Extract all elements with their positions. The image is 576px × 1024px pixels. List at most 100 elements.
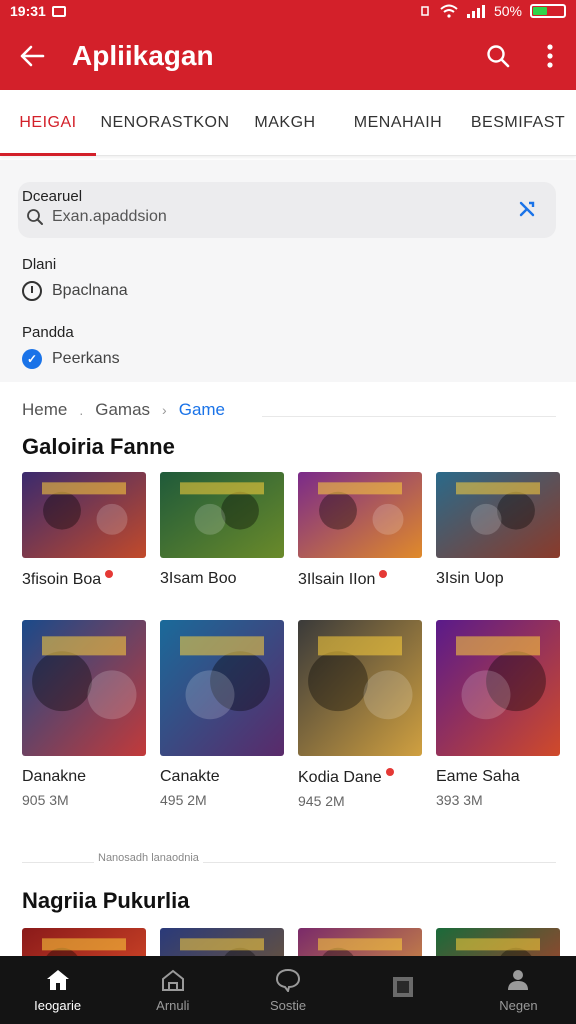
- game-size: 495 2M: [160, 792, 207, 808]
- game-thumbnail-icon: [160, 472, 284, 558]
- page-title: Apliikagan: [72, 40, 214, 71]
- vibrate-icon: [421, 6, 429, 16]
- store-icon: [161, 969, 184, 991]
- breadcrumb-home[interactable]: Heme: [22, 400, 67, 420]
- chevron-right-icon: ›: [162, 402, 167, 418]
- grid-icon: [393, 977, 414, 997]
- game-card[interactable]: 3Isin Uop: [436, 472, 560, 588]
- game-size: 393 3M: [436, 792, 483, 808]
- filter-group-pandda: Pandda ✓ Peerkans: [22, 324, 120, 369]
- filter-label: Pandda: [22, 324, 74, 341]
- filter-option[interactable]: ✓ Peerkans: [22, 349, 120, 369]
- search-small-icon: [27, 209, 43, 225]
- tab-makgh[interactable]: MAKGH: [234, 90, 336, 156]
- filter-label: Dlani: [22, 256, 57, 273]
- tab-heigai[interactable]: HEIGAI: [0, 90, 96, 156]
- game-card[interactable]: 3Isam Boo: [160, 472, 284, 588]
- search-placeholder: Exan.apaddsion: [52, 208, 167, 225]
- game-title: Canakte: [160, 768, 220, 785]
- game-thumbnail[interactable]: [160, 620, 284, 756]
- game-thumbnail-icon: [298, 472, 422, 558]
- game-title: 3fisoin Boa: [22, 570, 146, 589]
- profile-icon: [508, 969, 529, 990]
- search-button[interactable]: [472, 22, 524, 90]
- game-title: 3Ilsain IIon: [298, 570, 422, 589]
- game-thumbnail-icon: [436, 472, 560, 558]
- nav-store[interactable]: Arnuli: [115, 956, 230, 1024]
- game-thumbnail[interactable]: [160, 472, 284, 558]
- bottom-navigation: Ieogarie Arnuli Sostie Negen: [0, 956, 576, 1024]
- nav-profile[interactable]: Negen: [461, 956, 576, 1024]
- breadcrumb-current: Game: [178, 400, 226, 419]
- home-icon: [46, 969, 69, 990]
- status-bar: 19:31 50%: [0, 0, 576, 22]
- game-title: Eame Saha: [436, 768, 520, 785]
- filter-value: Bpaclnana: [52, 282, 128, 299]
- nav-home[interactable]: Ieogarie: [0, 956, 115, 1024]
- search-icon: [487, 45, 510, 68]
- notification-icon: [51, 5, 66, 17]
- back-arrow-icon: [20, 45, 45, 67]
- filter-option[interactable]: Bpaclnana: [22, 281, 128, 301]
- game-thumbnail[interactable]: [22, 620, 146, 756]
- game-thumbnail-icon: [22, 620, 146, 756]
- game-card[interactable]: 3fisoin Boa: [22, 472, 146, 589]
- game-card[interactable]: Kodia Dane 945 2M: [298, 620, 422, 809]
- game-thumbnail-icon: [436, 620, 560, 756]
- nav-grid[interactable]: [346, 956, 461, 1024]
- more-vert-icon: [547, 44, 553, 68]
- tab-nenorastkon[interactable]: NENORASTKON: [96, 90, 234, 156]
- search-row: Exan.apaddsion: [26, 208, 167, 226]
- status-time: 19:31: [10, 3, 46, 19]
- game-thumbnail[interactable]: [436, 620, 560, 756]
- signal-icon: [466, 5, 485, 18]
- game-size: 905 3M: [22, 792, 69, 808]
- game-card[interactable]: Canakte 495 2M: [160, 620, 284, 808]
- breadcrumb-games[interactable]: Gamas: [95, 400, 150, 420]
- battery-icon: [530, 4, 566, 18]
- game-thumbnail[interactable]: [22, 472, 146, 558]
- new-badge-icon: [385, 768, 394, 776]
- nav-label: Ieogarie: [34, 997, 82, 1013]
- game-thumbnail[interactable]: [298, 620, 422, 756]
- game-thumbnail-icon: [298, 620, 422, 756]
- new-badge-icon: [379, 570, 388, 578]
- overflow-menu-button[interactable]: [524, 22, 576, 90]
- search-label: Dcearuel: [22, 188, 83, 205]
- section-title: Nagriia Pukurlia: [22, 888, 190, 913]
- game-card[interactable]: Danakne 905 3M: [22, 620, 146, 808]
- breadcrumb-separator: .: [79, 402, 84, 418]
- game-title: 3Isin Uop: [436, 570, 504, 587]
- game-card[interactable]: Eame Saha 393 3M: [436, 620, 560, 808]
- tab-besmifast[interactable]: BESMIFAST: [460, 90, 576, 156]
- nav-label: Sostie: [269, 997, 307, 1013]
- new-badge-icon: [105, 570, 114, 578]
- game-card[interactable]: 3Ilsain IIon: [298, 472, 422, 589]
- tab-bar: HEIGAI NENORASTKON MAKGH MENAHAIH BESMIF…: [0, 90, 576, 156]
- filter-value: Peerkans: [52, 350, 120, 367]
- game-thumbnail[interactable]: [298, 472, 422, 558]
- game-title: Danakne: [22, 768, 87, 785]
- check-circle-icon: ✓: [22, 349, 42, 369]
- battery-percent: 50%: [493, 3, 522, 19]
- filter-group-dlani: Dlani Bpaclnana: [22, 256, 128, 301]
- game-title: Kodia Dane: [298, 768, 422, 787]
- breadcrumb: Heme . Gamas › Game: [22, 400, 225, 420]
- divider-label: Nanosadh lanaodnia: [94, 852, 203, 864]
- back-button[interactable]: [0, 22, 64, 90]
- game-thumbnail-icon: [22, 472, 146, 558]
- search-field[interactable]: Dcearuel Exan.apaddsion: [18, 182, 556, 238]
- filter-toggle-icon[interactable]: [518, 200, 536, 224]
- clock-icon: [22, 281, 42, 301]
- breadcrumb-divider: [262, 416, 556, 417]
- appbar-actions: [472, 22, 576, 90]
- game-title: 3Isam Boo: [160, 570, 237, 587]
- game-thumbnail-icon: [160, 620, 284, 756]
- wifi-icon: [440, 4, 458, 18]
- filters-panel: Dcearuel Exan.apaddsion Dlani Bpaclnana …: [0, 160, 576, 382]
- game-size: 945 2M: [298, 793, 345, 809]
- game-thumbnail[interactable]: [436, 472, 560, 558]
- nav-label: Negen: [499, 997, 538, 1013]
- tab-menahaih[interactable]: MENAHAIH: [336, 90, 460, 156]
- nav-chat[interactable]: Sostie: [230, 956, 345, 1024]
